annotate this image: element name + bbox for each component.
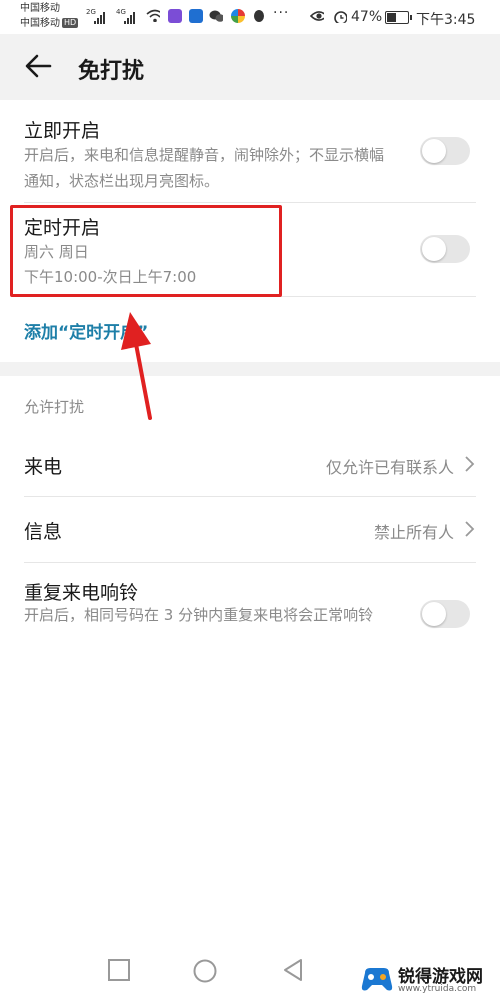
hd-badge: HD <box>62 18 79 28</box>
signal-icon <box>94 12 105 24</box>
repeat-calls-desc: 开启后，相同号码在 3 分钟内重复来电将会正常响铃 <box>24 606 374 624</box>
carrier-2-label: 中国移动 <box>20 18 60 29</box>
repeat-calls-title: 重复来电响铃 <box>24 582 139 604</box>
chevron-right-icon <box>465 521 475 537</box>
section-separator <box>0 362 500 376</box>
toggle-knob <box>422 237 446 261</box>
app-header: 免打扰 <box>0 34 500 100</box>
immediate-title: 立即开启 <box>24 120 101 142</box>
alarm-icon <box>334 11 347 23</box>
signal-icon-2 <box>124 12 135 24</box>
more-indicator: ··· <box>273 5 290 21</box>
add-schedule-link[interactable]: 添加“定时开启” <box>24 318 148 343</box>
allow-section-label: 允许打扰 <box>24 398 85 416</box>
clock: 下午3:45 <box>416 12 476 28</box>
divider <box>24 496 476 497</box>
repeat-calls-row[interactable]: 重复来电响铃 开启后，相同号码在 3 分钟内重复来电将会正常响铃 <box>0 564 500 664</box>
toggle-knob <box>422 602 446 626</box>
calls-row[interactable]: 来电 仅允许已有联系人 <box>0 433 500 495</box>
eye-icon <box>310 11 324 21</box>
carrier-1: 中国移动 <box>20 3 60 14</box>
messages-row[interactable]: 信息 禁止所有人 <box>0 498 500 560</box>
calls-label: 来电 <box>24 456 63 478</box>
home-button[interactable] <box>192 958 218 984</box>
back-button[interactable] <box>281 958 305 982</box>
shield-app-icon <box>189 9 203 23</box>
repeat-calls-toggle[interactable] <box>420 600 470 628</box>
chevron-right-icon <box>465 456 475 472</box>
scheduled-toggle[interactable] <box>420 235 470 263</box>
watermark: 锐得游戏网 www.ytruida.com <box>354 960 500 1000</box>
toggle-knob <box>422 139 446 163</box>
watermark-url: www.ytruida.com <box>398 984 477 994</box>
immediate-desc: 开启后，来电和信息提醒静音，闹钟除外；不显示横幅通知，状态栏出现月亮图标。 <box>24 146 385 190</box>
carrier-2: 中国移动 HD <box>20 18 79 30</box>
immediate-row[interactable]: 立即开启 开启后，来电和信息提醒静音，闹钟除外；不显示横幅通知，状态栏出现月亮图… <box>0 100 500 202</box>
immediate-toggle[interactable] <box>420 137 470 165</box>
qq-icon <box>254 10 264 22</box>
wechat-icon <box>209 10 223 22</box>
battery-icon <box>385 11 412 24</box>
highlight-box <box>10 205 282 297</box>
recents-button[interactable] <box>107 958 131 982</box>
back-arrow-icon[interactable] <box>22 50 54 82</box>
page-title: 免打扰 <box>78 59 145 84</box>
wifi-icon <box>146 9 160 22</box>
messages-value: 禁止所有人 <box>373 523 454 542</box>
status-bar: 中国移动 中国移动 HD 2G 4G ··· 47% 下午3:45 <box>0 0 500 34</box>
battery-percent: 47% <box>351 9 383 25</box>
gamepad-logo-icon <box>361 968 393 991</box>
browser-icon <box>231 9 245 23</box>
divider <box>24 562 476 563</box>
messages-label: 信息 <box>24 521 63 543</box>
video-app-icon <box>168 9 182 23</box>
calls-value: 仅允许已有联系人 <box>325 458 454 477</box>
